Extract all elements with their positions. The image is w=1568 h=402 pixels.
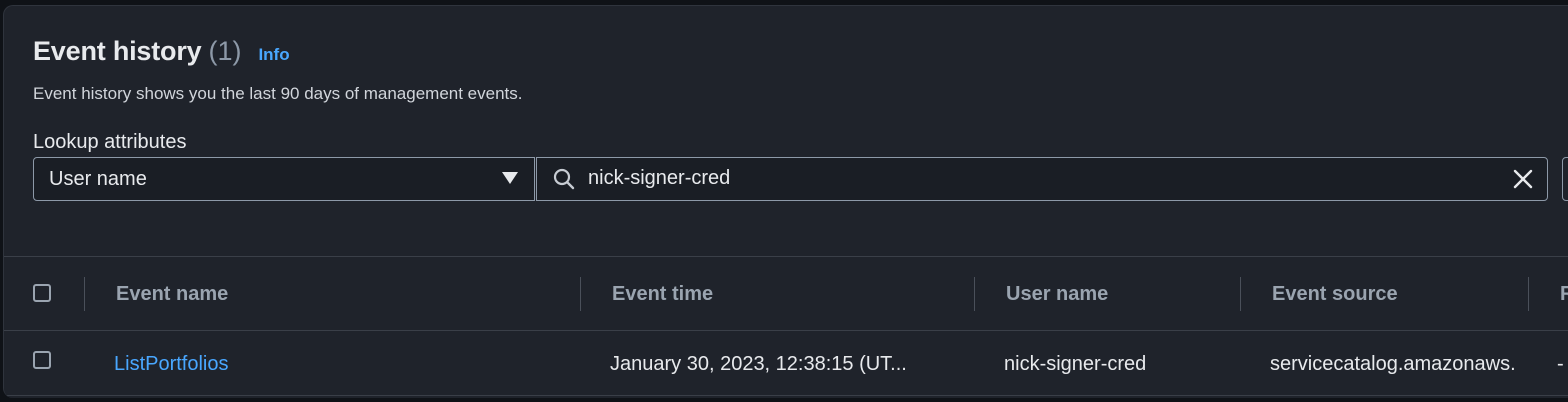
info-link[interactable]: Info bbox=[258, 45, 289, 65]
caret-down-icon bbox=[502, 172, 518, 184]
close-icon[interactable] bbox=[1511, 167, 1535, 191]
column-separator[interactable] bbox=[974, 277, 975, 311]
lookup-search-field[interactable] bbox=[536, 157, 1548, 201]
column-header-event-time[interactable]: Event time bbox=[612, 283, 713, 306]
event-history-panel: Event history (1) Info Event history sho… bbox=[3, 5, 1568, 398]
column-header-user-name[interactable]: User name bbox=[1006, 283, 1108, 306]
select-all-checkbox[interactable] bbox=[33, 284, 51, 302]
table-row: ListPortfolios January 30, 2023, 12:38:1… bbox=[4, 331, 1568, 395]
event-name-link[interactable]: ListPortfolios bbox=[114, 353, 229, 376]
table-bottom-divider bbox=[4, 395, 1568, 396]
resource-cell: - bbox=[1557, 353, 1564, 375]
event-source-value[interactable]: servicecatalog.amazonaws. bbox=[1270, 353, 1516, 376]
column-separator[interactable] bbox=[580, 277, 581, 311]
user-name-cell: nick-signer-cred bbox=[1004, 353, 1147, 375]
event-count: (1) bbox=[208, 36, 242, 66]
column-separator[interactable] bbox=[1528, 277, 1529, 311]
search-icon bbox=[553, 168, 575, 190]
lookup-search-input[interactable] bbox=[588, 158, 1488, 199]
truncated-control[interactable] bbox=[1562, 157, 1568, 201]
page-description: Event history shows you the last 90 days… bbox=[33, 84, 523, 103]
row-select-checkbox[interactable] bbox=[33, 351, 51, 369]
event-time-cell: January 30, 2023, 12:38:15 (UT... bbox=[610, 353, 907, 375]
lookup-attributes-label: Lookup attributes bbox=[33, 131, 187, 153]
column-header-resource[interactable]: R bbox=[1560, 283, 1568, 306]
page-title: Event history bbox=[33, 36, 202, 66]
app-frame: Event history (1) Info Event history sho… bbox=[0, 0, 1568, 402]
event-source-cell[interactable]: servicecatalog.amazonaws. bbox=[1270, 353, 1528, 376]
column-separator[interactable] bbox=[1240, 277, 1241, 311]
page-heading: Event history (1) Info bbox=[33, 36, 290, 72]
table-header-row: Event name Event time User name Event so… bbox=[4, 257, 1568, 330]
column-header-event-name[interactable]: Event name bbox=[116, 283, 228, 306]
lookup-attribute-value: User name bbox=[49, 168, 147, 190]
lookup-attribute-select[interactable]: User name bbox=[33, 157, 535, 201]
column-header-event-source[interactable]: Event source bbox=[1272, 283, 1398, 306]
column-separator[interactable] bbox=[84, 277, 85, 311]
